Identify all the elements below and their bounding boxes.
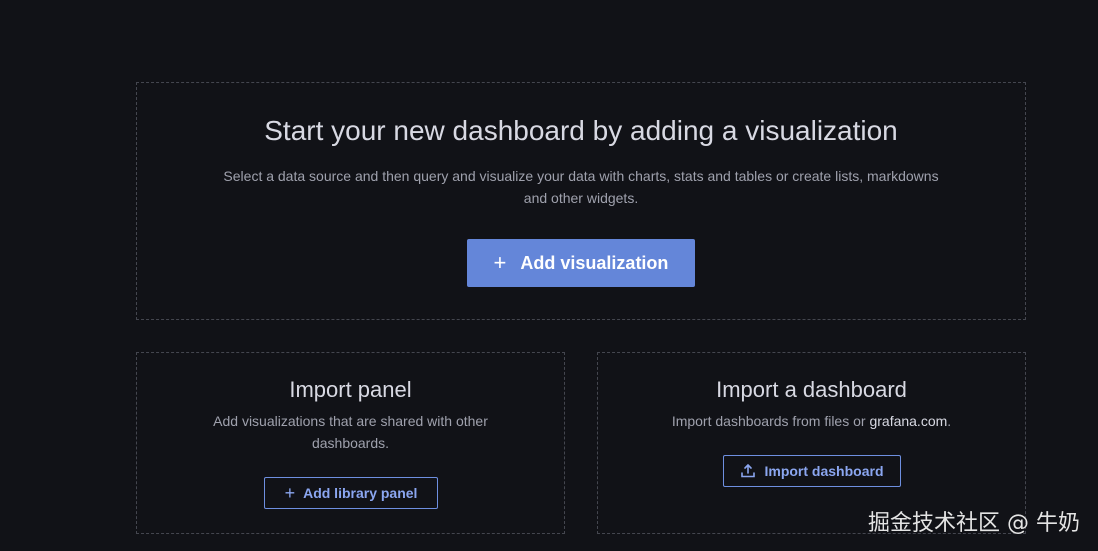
- add-library-panel-button[interactable]: + Add library panel: [264, 477, 438, 509]
- grafana-link[interactable]: grafana.com: [869, 413, 947, 429]
- add-library-panel-label: Add library panel: [303, 485, 418, 501]
- watermark: 掘金技术社区 @ 牛奶: [868, 511, 1080, 536]
- description-suffix: .: [947, 413, 952, 429]
- import-panel-title: Import panel: [289, 377, 412, 402]
- import-dashboard-description: Import dashboards from files or grafana.…: [648, 410, 975, 432]
- add-visualization-button[interactable]: + Add visualization: [467, 239, 695, 287]
- import-dashboard-label: Import dashboard: [764, 463, 884, 479]
- import-panel-description: Add visualizations that are shared with …: [213, 413, 488, 451]
- plus-icon: +: [493, 250, 507, 275]
- import-panel-card: Import panel Add visualizations that are…: [136, 352, 565, 534]
- import-dashboard-title: Import a dashboard: [716, 377, 907, 402]
- add-visualization-label: Add visualization: [520, 252, 669, 273]
- import-dashboard-button[interactable]: Import dashboard: [723, 455, 901, 487]
- plus-icon: +: [284, 482, 296, 503]
- page-description: Select a data source and then query and …: [223, 168, 939, 206]
- description-text: Import dashboards from files or: [671, 413, 870, 429]
- upload-icon: [741, 463, 756, 478]
- page-title: Start your new dashboard by adding a vis…: [264, 115, 898, 146]
- empty-dashboard-panel: Start your new dashboard by adding a vis…: [136, 82, 1026, 320]
